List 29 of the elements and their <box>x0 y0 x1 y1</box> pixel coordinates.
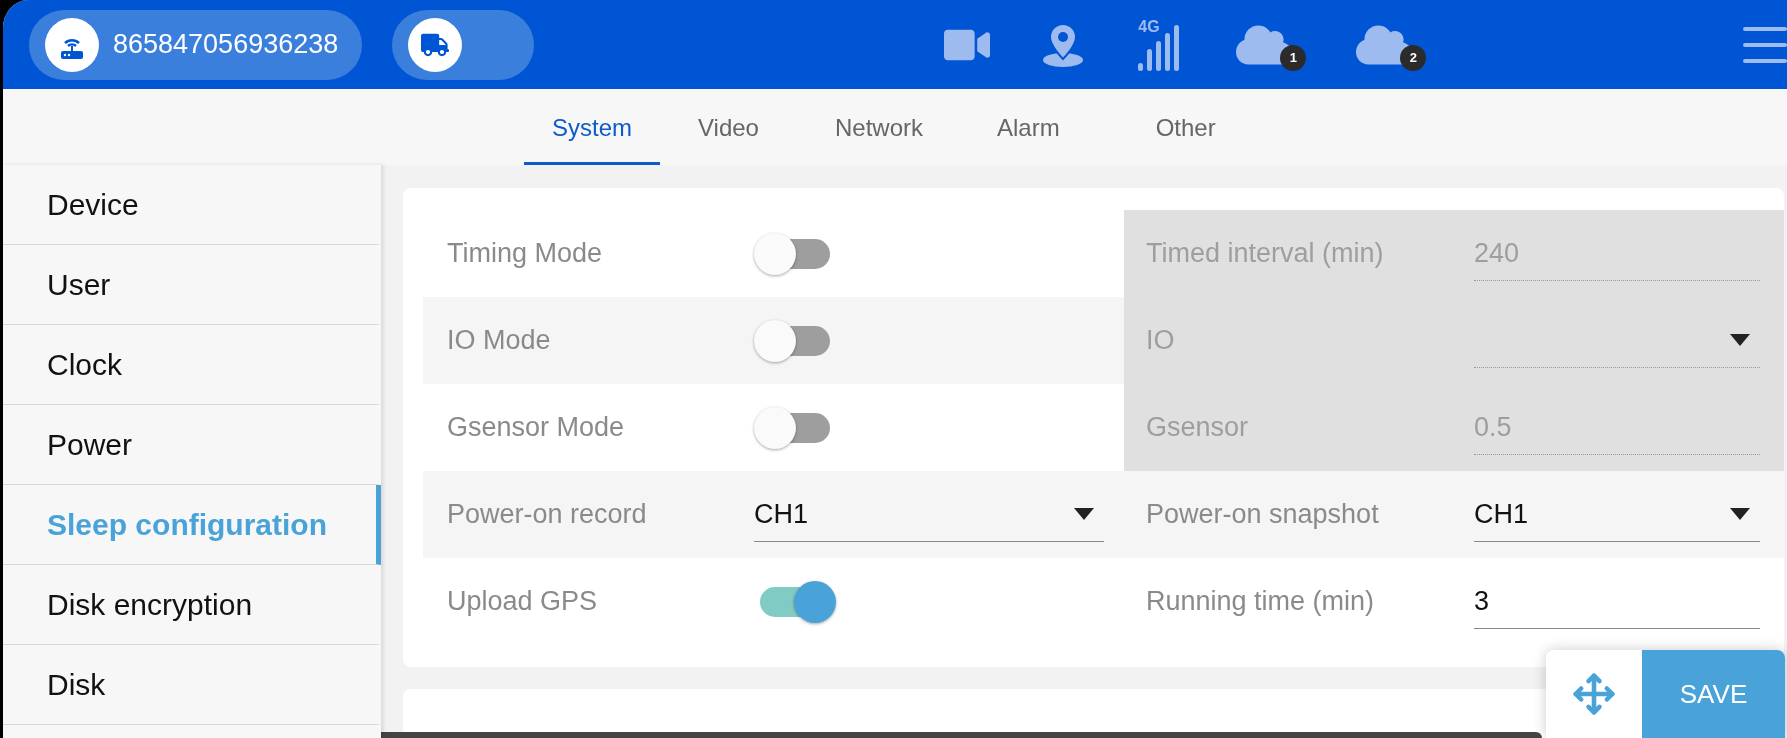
tab[interactable]: Network <box>796 89 961 165</box>
truck-icon <box>408 17 463 72</box>
device-id: 865847056936238 <box>113 29 339 60</box>
input-field[interactable]: 3 <box>1474 574 1760 629</box>
setting-label: IO <box>1146 325 1176 356</box>
tab[interactable]: Video <box>660 89 797 165</box>
setting-label: IO Mode <box>447 325 552 356</box>
router-icon <box>45 17 99 72</box>
setting-label: Gsensor Mode <box>447 412 626 443</box>
setting-label: Gsensor <box>1146 412 1250 443</box>
device-pill[interactable]: 865847056936238 <box>29 9 363 80</box>
count-badge: 1 <box>1280 44 1307 71</box>
tab[interactable]: Alarm <box>961 89 1096 165</box>
count-badge: 2 <box>1400 44 1427 71</box>
setting-label: Upload GPS <box>447 586 599 617</box>
move-icon <box>1572 672 1616 716</box>
select-field[interactable]: CH1 <box>1474 487 1760 542</box>
caret-icon <box>1730 334 1750 346</box>
setting-label: Running time (min) <box>1146 586 1376 617</box>
setting-label: Timing Mode <box>447 238 604 269</box>
tab[interactable]: Other <box>1095 89 1276 165</box>
setting-label: Timed interval (min) <box>1146 238 1385 269</box>
caret-icon <box>1074 508 1094 520</box>
caret-icon <box>1730 508 1750 520</box>
setting-label: Power-on snapshot <box>1146 499 1380 530</box>
setting-label: Power-on record <box>447 499 648 530</box>
move-button[interactable] <box>1546 650 1642 738</box>
select-field[interactable]: CH1 <box>754 487 1104 542</box>
menu-icon[interactable] <box>1743 24 1787 65</box>
